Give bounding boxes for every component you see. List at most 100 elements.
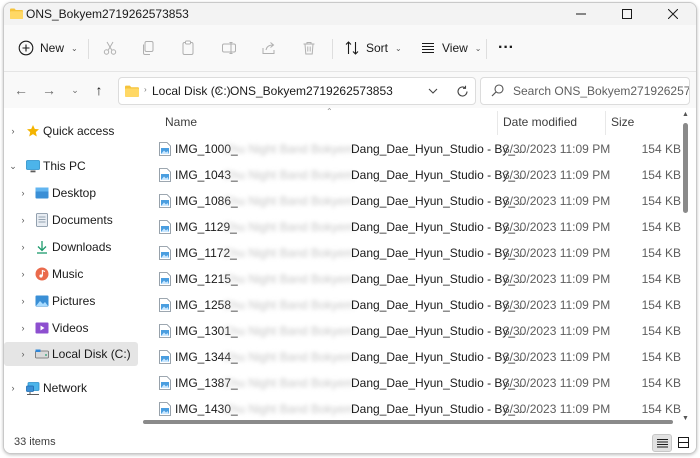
image-file-icon bbox=[159, 220, 171, 237]
status-bar: 33 items bbox=[4, 431, 696, 453]
address-bar[interactable]: › Local Disk (C:) › ONS_Bokyem2719262573… bbox=[118, 77, 476, 105]
file-row[interactable]: IMG_1344_ Chu Night Band Bokyem Dang_Dae_H… bbox=[151, 345, 681, 369]
chevron-right-icon[interactable]: › bbox=[18, 188, 28, 198]
close-button[interactable] bbox=[650, 3, 696, 25]
file-row[interactable]: IMG_1301_ Chu Night Band Bokyem Dang_Dae_H… bbox=[151, 319, 681, 343]
sort-button[interactable]: Sort ⌄ bbox=[340, 35, 406, 61]
address-row: ← → ⌄ ↑ › Local Disk (C:) › ONS_Bokyem27… bbox=[4, 72, 696, 108]
column-divider[interactable] bbox=[605, 111, 606, 135]
column-size-header[interactable]: Size bbox=[611, 115, 634, 129]
redacted-text: Chu Night Band Bokyem bbox=[223, 402, 355, 416]
rename-button[interactable] bbox=[215, 35, 243, 61]
nav-label: Documents bbox=[52, 213, 113, 227]
nav-label: Quick access bbox=[43, 124, 115, 138]
chevron-right-icon[interactable]: › bbox=[18, 242, 28, 252]
file-date: 3/30/2023 11:09 PM bbox=[503, 220, 611, 234]
nav-item-downloads[interactable]: › Downloads bbox=[4, 235, 138, 259]
item-count: 33 items bbox=[14, 436, 56, 448]
image-file-icon bbox=[159, 246, 171, 263]
nav-label: Desktop bbox=[52, 186, 97, 200]
scroll-up-icon[interactable]: ▲ bbox=[682, 111, 689, 118]
file-date: 3/30/2023 11:09 PM bbox=[503, 298, 611, 312]
file-row[interactable]: IMG_1043_ Chu Night Band Bokyem Dang_Dae_H… bbox=[151, 163, 681, 187]
redacted-text: Chu Night Band Bokyem bbox=[223, 194, 355, 208]
nav-item-quick-access[interactable]: › Quick access bbox=[4, 119, 138, 143]
search-input[interactable]: Search ONS_Bokyem2719262573853 bbox=[480, 77, 690, 105]
paste-button[interactable] bbox=[174, 35, 202, 61]
window-title: ONS_Bokyem2719262573853 bbox=[26, 7, 189, 21]
nav-label: Network bbox=[43, 381, 88, 395]
file-row[interactable]: IMG_1129_ Chu Night Band Bokyem Dang_Dae_H… bbox=[151, 215, 681, 239]
chevron-right-icon[interactable]: › bbox=[217, 83, 221, 97]
details-view-button[interactable] bbox=[652, 434, 672, 452]
delete-button[interactable] bbox=[295, 35, 323, 61]
nav-item-desktop[interactable]: › Desktop bbox=[4, 181, 138, 205]
more-options-button[interactable]: ··· bbox=[492, 35, 520, 61]
horizontal-scrollbar[interactable] bbox=[143, 419, 675, 425]
file-date: 3/30/2023 11:09 PM bbox=[503, 168, 611, 182]
copy-icon bbox=[143, 41, 154, 55]
nav-item-this-pc[interactable]: ⌄ This PC bbox=[4, 154, 138, 178]
file-size: 154 KB bbox=[641, 272, 681, 286]
refresh-button[interactable] bbox=[453, 82, 471, 100]
toolbar-divider bbox=[332, 39, 333, 59]
folder-icon bbox=[10, 8, 23, 19]
chevron-right-icon[interactable]: › bbox=[18, 323, 28, 333]
vertical-scrollbar[interactable]: ▲ ▼ bbox=[682, 111, 689, 422]
chevron-right-icon[interactable]: › bbox=[18, 296, 28, 306]
file-row[interactable]: IMG_1000_ Chu Night Band Bokyem Dang_Dae_H… bbox=[151, 137, 681, 161]
file-row[interactable]: IMG_1172_ Chu Night Band Bokyem Dang_Dae_H… bbox=[151, 241, 681, 265]
file-name-suffix: Dang_Dae_Hyun_Studio - By_... bbox=[351, 324, 526, 338]
chevron-right-icon[interactable]: › bbox=[8, 126, 18, 136]
view-button[interactable]: View ⌄ bbox=[416, 35, 484, 61]
horizontal-scroll-thumb[interactable] bbox=[143, 420, 673, 424]
cut-button[interactable] bbox=[96, 35, 124, 61]
nav-item-network[interactable]: › Network bbox=[4, 376, 138, 400]
nav-item-pictures[interactable]: › Pictures bbox=[4, 289, 138, 313]
new-button[interactable]: New ⌄ bbox=[14, 35, 80, 61]
image-file-icon bbox=[159, 376, 171, 393]
file-row[interactable]: IMG_1215_ Chu Night Band Bokyem Dang_Dae_H… bbox=[151, 267, 681, 291]
file-size: 154 KB bbox=[641, 220, 681, 234]
file-date: 3/30/2023 11:09 PM bbox=[503, 272, 611, 286]
file-row[interactable]: IMG_1387_ Chu Night Band Bokyem Dang_Dae_H… bbox=[151, 371, 681, 395]
column-name-header[interactable]: Name bbox=[165, 115, 197, 129]
column-divider[interactable] bbox=[497, 111, 498, 135]
minimize-button[interactable] bbox=[558, 3, 604, 25]
vertical-scroll-thumb[interactable] bbox=[683, 123, 688, 213]
column-date-header[interactable]: Date modified bbox=[503, 115, 577, 129]
chevron-right-icon[interactable]: › bbox=[18, 215, 28, 225]
nav-item-documents[interactable]: › Documents bbox=[4, 208, 138, 232]
file-name-suffix: Dang_Dae_Hyun_Studio - By_... bbox=[351, 168, 526, 182]
chevron-down-icon[interactable]: ⌄ bbox=[8, 161, 18, 172]
view-list-icon bbox=[422, 42, 434, 54]
nav-item-music[interactable]: › Music bbox=[4, 262, 138, 286]
nav-item-videos[interactable]: › Videos bbox=[4, 316, 138, 340]
image-file-icon bbox=[159, 272, 171, 289]
breadcrumb-current-folder[interactable]: ONS_Bokyem2719262573853 bbox=[230, 84, 393, 98]
maximize-button[interactable] bbox=[604, 3, 650, 25]
file-row[interactable]: IMG_1430_ Chu Night Band Bokyem Dang_Dae_H… bbox=[151, 397, 681, 421]
file-size: 154 KB bbox=[641, 350, 681, 364]
address-history-button[interactable] bbox=[425, 83, 441, 99]
back-button[interactable]: ← bbox=[10, 79, 32, 101]
chevron-right-icon[interactable]: › bbox=[8, 383, 18, 393]
rename-icon bbox=[222, 42, 236, 54]
chevron-right-icon[interactable]: › bbox=[18, 269, 28, 279]
share-button[interactable] bbox=[255, 35, 283, 61]
title-bar[interactable]: ONS_Bokyem2719262573853 bbox=[4, 3, 696, 25]
copy-button[interactable] bbox=[134, 35, 162, 61]
tiles-view-button[interactable] bbox=[674, 434, 692, 450]
nav-label: This PC bbox=[43, 159, 86, 173]
forward-button[interactable]: → bbox=[38, 79, 60, 101]
recent-locations-button[interactable]: ⌄ bbox=[64, 79, 86, 101]
image-file-icon bbox=[159, 324, 171, 341]
scroll-down-icon[interactable]: ▼ bbox=[682, 415, 689, 422]
file-row[interactable]: IMG_1258_ Chu Night Band Bokyem Dang_Dae_H… bbox=[151, 293, 681, 317]
tiles-view-icon bbox=[677, 436, 689, 448]
chevron-right-icon[interactable]: › bbox=[18, 349, 28, 359]
up-button[interactable]: ↑ bbox=[88, 79, 110, 101]
nav-item-local-disk[interactable]: › Local Disk (C:) bbox=[4, 342, 138, 366]
file-row[interactable]: IMG_1086_ Chu Night Band Bokyem Dang_Dae_H… bbox=[151, 189, 681, 213]
image-file-icon bbox=[159, 350, 171, 367]
